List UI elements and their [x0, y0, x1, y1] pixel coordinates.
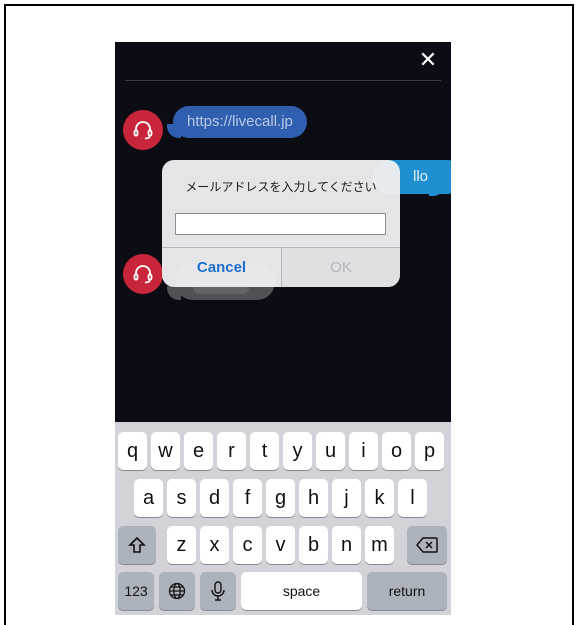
key-z[interactable]: z	[167, 526, 196, 564]
key-d[interactable]: d	[200, 479, 229, 517]
microphone-icon	[211, 581, 225, 601]
shift-key[interactable]	[118, 526, 156, 564]
microphone-key[interactable]	[200, 572, 236, 610]
backspace-icon	[416, 537, 438, 553]
agent-avatar	[123, 254, 163, 294]
globe-key[interactable]	[159, 572, 195, 610]
key-x[interactable]: x	[200, 526, 229, 564]
close-icon[interactable]: ✕	[415, 48, 441, 74]
key-b[interactable]: b	[299, 526, 328, 564]
key-c[interactable]: c	[233, 526, 262, 564]
email-prompt-dialog: メールアドレスを入力してください Cancel OK	[162, 160, 400, 287]
key-n[interactable]: n	[332, 526, 361, 564]
ios-keyboard: q w e r t y u i o p a s d f g h j k l z …	[115, 422, 451, 615]
key-m[interactable]: m	[365, 526, 394, 564]
email-input[interactable]	[175, 213, 386, 235]
phone-screen: ✕ https://livecall.jp llo メールアドレスを入力してくだ…	[115, 42, 451, 615]
agent-avatar	[123, 110, 163, 150]
headset-icon	[133, 121, 153, 140]
user-message-text: llo	[413, 168, 429, 185]
key-r[interactable]: r	[217, 432, 246, 470]
key-y[interactable]: y	[283, 432, 312, 470]
numbers-key[interactable]: 123	[118, 572, 154, 610]
key-v[interactable]: v	[266, 526, 295, 564]
key-q[interactable]: q	[118, 432, 147, 470]
key-p[interactable]: p	[415, 432, 444, 470]
globe-icon	[168, 582, 186, 600]
shift-icon	[128, 536, 146, 553]
key-j[interactable]: j	[332, 479, 361, 517]
key-h[interactable]: h	[299, 479, 328, 517]
agent-message-link[interactable]: https://livecall.jp	[173, 106, 307, 138]
key-u[interactable]: u	[316, 432, 345, 470]
top-bar: ✕	[115, 42, 451, 80]
key-e[interactable]: e	[184, 432, 213, 470]
dialog-title: メールアドレスを入力してください	[185, 180, 377, 194]
cancel-button[interactable]: Cancel	[162, 248, 281, 287]
key-k[interactable]: k	[365, 479, 394, 517]
key-a[interactable]: a	[134, 479, 163, 517]
key-l[interactable]: l	[398, 479, 427, 517]
key-s[interactable]: s	[167, 479, 196, 517]
key-o[interactable]: o	[382, 432, 411, 470]
key-g[interactable]: g	[266, 479, 295, 517]
return-key[interactable]: return	[367, 572, 447, 610]
key-w[interactable]: w	[151, 432, 180, 470]
backspace-key[interactable]	[407, 526, 447, 564]
ok-button[interactable]: OK	[282, 248, 400, 287]
key-t[interactable]: t	[250, 432, 279, 470]
space-key[interactable]: space	[241, 572, 362, 610]
headset-icon	[133, 265, 153, 284]
key-f[interactable]: f	[233, 479, 262, 517]
header-divider	[125, 80, 441, 81]
key-i[interactable]: i	[349, 432, 378, 470]
